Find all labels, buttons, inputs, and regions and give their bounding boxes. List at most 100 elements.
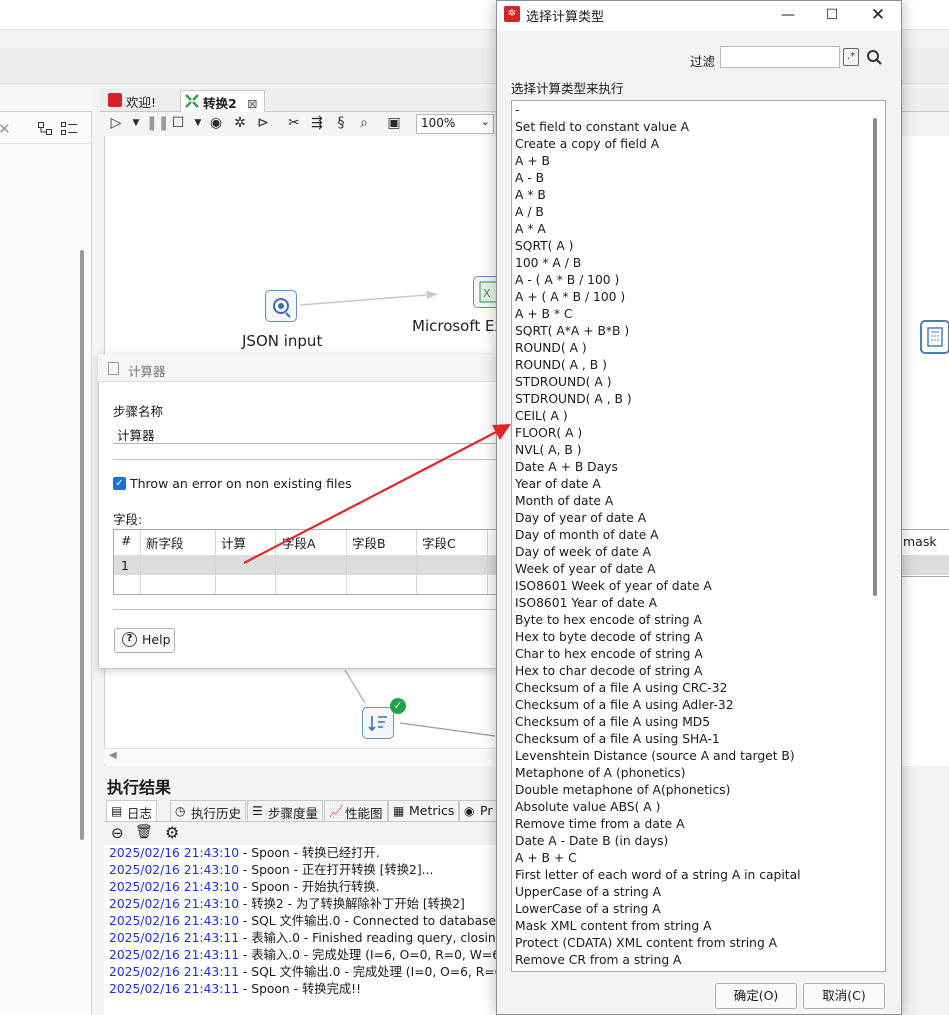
tab-transformation[interactable]: 转换2 ⊠ — [180, 90, 265, 112]
tab-preview[interactable]: ◉ Pr — [459, 800, 498, 821]
list-item[interactable]: Mask XML content from string A — [515, 918, 712, 935]
table-row[interactable] — [114, 555, 498, 575]
sql-icon[interactable]: § — [333, 115, 349, 131]
log-output[interactable]: 2025/02/16 21:43:10 - Spoon - 转换已经打开. 202… — [104, 845, 496, 1015]
list-item[interactable]: SQRT( A*A + B*B ) — [515, 323, 629, 340]
list-item[interactable]: Remove time from a date A — [515, 816, 685, 833]
list-item[interactable]: Day of month of date A — [515, 527, 659, 544]
list-item[interactable]: ROUND( A ) — [515, 340, 587, 357]
list-item[interactable]: Checksum of a file A using SHA-1 — [515, 731, 720, 748]
list-item[interactable]: A + B — [515, 153, 550, 170]
list-scrollbar[interactable] — [873, 118, 877, 596]
settings-gear-icon[interactable]: ⚙ — [165, 823, 179, 842]
list-item[interactable]: Day of year of date A — [515, 510, 646, 527]
list-item[interactable]: Checksum of a file A using CRC-32 — [515, 680, 727, 697]
ok-button[interactable]: 确定(O) — [715, 983, 797, 1009]
stop-dropdown-icon[interactable]: ▼ — [190, 115, 206, 131]
list-item[interactable]: ROUND( A , B ) — [515, 357, 607, 374]
close-button[interactable]: ✕ — [856, 2, 900, 30]
list-item[interactable]: Protect (CDATA) XML content from string … — [515, 935, 777, 952]
list-item[interactable]: Remove CR from a string A — [515, 952, 681, 969]
run-dropdown-icon[interactable]: ▼ — [128, 115, 144, 131]
debug-icon[interactable]: ✲ — [232, 115, 248, 131]
stop-icon[interactable]: ☐ — [170, 115, 186, 131]
show-results-icon[interactable]: ▣ — [386, 115, 402, 131]
list-item[interactable]: Levenshtein Distance (source A and targe… — [515, 748, 795, 765]
pause-icon[interactable]: ❚❚ — [146, 115, 169, 131]
list-item[interactable]: STDROUND( A , B ) — [515, 391, 632, 408]
list-item[interactable]: A * B — [515, 187, 546, 204]
list-item[interactable]: Double metaphone of A(phonetics) — [515, 782, 730, 799]
tab-close-icon[interactable]: ⊠ — [247, 96, 257, 111]
explore-db-icon[interactable]: ⌕ — [356, 115, 372, 131]
tab-metrics[interactable]: ▦ Metrics — [388, 800, 460, 821]
list-item[interactable]: FLOOR( A ) — [515, 425, 582, 442]
regex-icon[interactable]: .* — [843, 48, 859, 66]
collapse-tree-icon[interactable] — [61, 122, 77, 135]
list-item[interactable]: Metaphone of A (phonetics) — [515, 765, 686, 782]
list-item[interactable]: Week of year of date A — [515, 561, 656, 578]
list-item[interactable]: A + B + C — [515, 850, 577, 867]
list-item[interactable]: Checksum of a file A using Adler-32 — [515, 697, 734, 714]
list-item[interactable]: First letter of each word of a string A … — [515, 867, 801, 884]
expand-tree-icon[interactable] — [38, 122, 52, 135]
minimize-button[interactable]: — — [766, 2, 810, 30]
search-icon[interactable] — [866, 48, 882, 66]
close-icon[interactable]: ✕ — [0, 120, 11, 138]
list-item[interactable]: A * A — [515, 221, 546, 238]
json-input-node[interactable] — [265, 290, 297, 322]
list-item[interactable]: Create a copy of field A — [515, 136, 659, 153]
verify-icon[interactable]: ✂ — [286, 115, 302, 131]
tab-history[interactable]: ◷ 执行历史 — [170, 800, 247, 821]
list-item[interactable]: SQRT( A ) — [515, 238, 573, 255]
list-item[interactable]: Date A - Date B (in days) — [515, 833, 668, 850]
tab-step-metrics[interactable]: ☰ 步骤度量 — [247, 800, 324, 821]
trash-icon[interactable]: 🗑 — [135, 824, 153, 840]
list-item[interactable]: Hex to byte decode of string A — [515, 629, 703, 646]
list-item[interactable]: A + ( A * B / 100 ) — [515, 289, 625, 306]
list-item[interactable]: Date A + B Days — [515, 459, 618, 476]
tab-performance[interactable]: 📈 性能图 — [324, 800, 388, 821]
list-item[interactable]: Checksum of a file A using MD5 — [515, 714, 710, 731]
impact-icon[interactable]: ⇶ — [309, 115, 325, 131]
list-item[interactable]: Day of week of date A — [515, 544, 651, 561]
clear-log-icon[interactable]: ⊖ — [111, 824, 124, 842]
col-header-field-a[interactable]: 字段A — [282, 533, 316, 552]
list-item[interactable]: ISO8601 Week of year of date A — [515, 578, 712, 595]
zoom-select[interactable]: 100% ⌄ — [416, 114, 494, 134]
list-item[interactable]: Absolute value ABS( A ) — [515, 799, 660, 816]
list-item[interactable]: - — [515, 102, 519, 119]
replay-icon[interactable]: ⊳ — [255, 115, 271, 131]
list-item[interactable]: A - ( A * B / 100 ) — [515, 272, 619, 289]
list-item[interactable]: A + B * C — [515, 306, 573, 323]
list-item[interactable]: Month of date A — [515, 493, 613, 510]
list-item[interactable]: Byte to hex encode of string A — [515, 612, 702, 629]
list-item[interactable]: STDROUND( A ) — [515, 374, 612, 391]
list-item[interactable]: A / B — [515, 204, 544, 221]
list-item[interactable]: NVL( A, B ) — [515, 442, 582, 459]
preview-icon[interactable]: ◉ — [208, 115, 224, 131]
canvas-horizontal-scrollbar[interactable]: ◀ — [104, 748, 496, 764]
left-panel-scrollbar[interactable] — [80, 250, 84, 840]
step-name-input[interactable]: 计算器 — [113, 422, 498, 444]
tab-log[interactable]: ▤ 日志 — [106, 800, 158, 821]
calculator-step-icon[interactable] — [920, 320, 949, 354]
maximize-button[interactable]: ☐ — [810, 2, 854, 30]
throw-error-checkbox[interactable]: ✓ — [113, 477, 126, 490]
list-item[interactable]: Char to hex encode of string A — [515, 646, 703, 663]
col-header-new-field[interactable]: 新字段 — [146, 533, 184, 552]
col-header-calculation[interactable]: 计算 — [221, 533, 246, 552]
filter-input[interactable] — [720, 46, 840, 68]
list-item[interactable]: ISO8601 Year of date A — [515, 595, 657, 612]
list-item[interactable]: UpperCase of a string A — [515, 884, 661, 901]
run-icon[interactable]: ▷ — [108, 115, 124, 131]
scroll-left-icon[interactable]: ◀ — [109, 750, 117, 761]
list-item[interactable]: Set field to constant value A — [515, 119, 689, 136]
tab-welcome[interactable]: 欢迎! — [104, 90, 162, 112]
col-header-field-c[interactable]: 字段C — [422, 533, 456, 552]
list-item[interactable]: CEIL( A ) — [515, 408, 568, 425]
col-header-field-b[interactable]: 字段B — [352, 533, 386, 552]
cancel-button[interactable]: 取消(C) — [803, 983, 885, 1009]
list-item[interactable]: Hex to char decode of string A — [515, 663, 702, 680]
list-item[interactable]: 100 * A / B — [515, 255, 581, 272]
